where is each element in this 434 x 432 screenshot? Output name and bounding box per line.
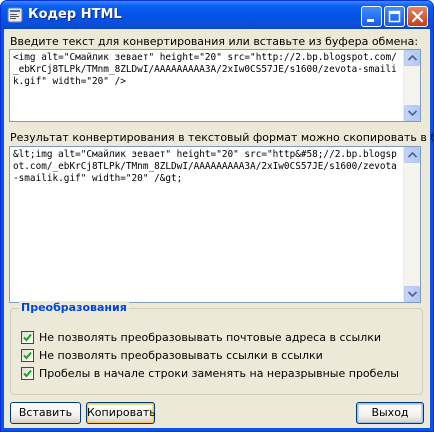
arrow-up-icon <box>408 152 417 158</box>
scroll-up-button[interactable] <box>404 147 420 163</box>
option-label: Не позволять преобразовывать ссылки в сс… <box>39 349 323 362</box>
close-icon <box>411 10 424 23</box>
checkbox[interactable] <box>21 331 34 344</box>
app-icon <box>7 7 23 23</box>
group-title: Преобразования <box>19 301 129 314</box>
input-label: Введите текст для конвертирования или вс… <box>10 35 419 48</box>
minimize-icon <box>367 19 374 22</box>
arrow-up-icon <box>408 55 417 61</box>
scroll-down-button[interactable] <box>404 286 420 302</box>
input-scrollbar[interactable] <box>403 50 420 121</box>
option-label: Пробелы в начале строки заменять на нера… <box>39 367 399 380</box>
app-window: Кодер HTML Введите текст для конвертиров… <box>0 0 434 432</box>
output-textarea[interactable]: &lt;img alt="Смайлик зевает" height="20"… <box>9 146 421 303</box>
window-client-area: Введите текст для конвертирования или вс… <box>4 29 433 428</box>
exit-button[interactable]: Выход <box>356 402 424 424</box>
close-button[interactable] <box>407 6 428 27</box>
input-textarea[interactable]: <img alt="Смайлик зевает" height="20" sr… <box>9 49 421 122</box>
arrow-down-icon <box>408 291 417 297</box>
output-label: Результат конвертирования в текстовый фо… <box>10 131 433 144</box>
input-text: <img alt="Смайлик зевает" height="20" sr… <box>13 52 397 87</box>
conversion-options-group: Преобразования Не позволять преобразовыв… <box>10 301 423 395</box>
copy-button[interactable]: Копировать <box>86 402 156 424</box>
window-title: Кодер HTML <box>28 7 122 22</box>
scroll-up-button[interactable] <box>404 50 420 66</box>
title-bar[interactable]: Кодер HTML <box>1 1 433 29</box>
checkbox[interactable] <box>21 367 34 380</box>
scroll-down-button[interactable] <box>404 105 420 121</box>
arrow-down-icon <box>408 110 417 116</box>
option-label: Не позволять преобразовывать почтовые ад… <box>39 331 382 344</box>
minimize-button[interactable] <box>361 6 382 27</box>
checkmark-icon <box>23 333 32 342</box>
output-scrollbar[interactable] <box>403 147 420 302</box>
checkmark-icon <box>23 369 32 378</box>
output-text: &lt;img alt="Смайлик зевает" height="20"… <box>13 149 397 184</box>
maximize-button[interactable] <box>384 6 405 27</box>
maximize-icon <box>388 10 401 23</box>
paste-button[interactable]: Вставить <box>10 402 81 424</box>
checkbox[interactable] <box>21 349 34 362</box>
checkmark-icon <box>23 351 32 360</box>
